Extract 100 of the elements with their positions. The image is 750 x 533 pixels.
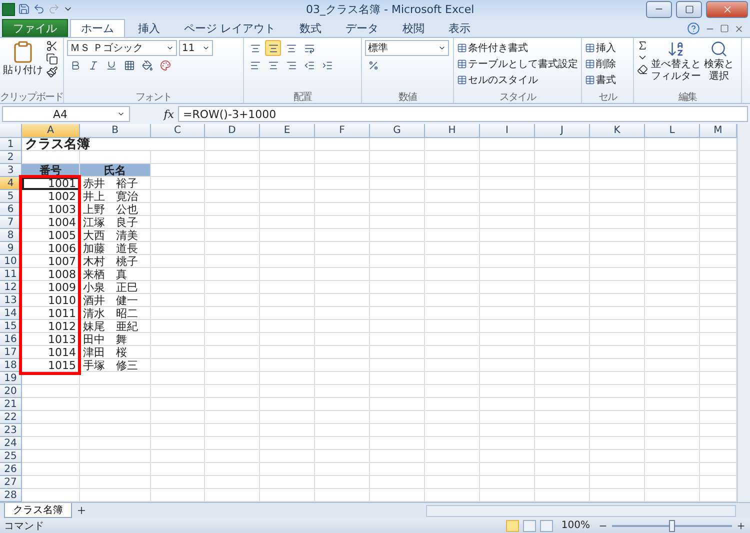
column-header[interactable]: H <box>425 124 480 138</box>
table-cell: 1007 <box>22 255 80 268</box>
paste-button[interactable]: 貼り付け <box>3 40 43 88</box>
table-cell: 1008 <box>22 268 80 281</box>
table-cell: 1009 <box>22 281 80 294</box>
table-cell: 田中 舞 <box>80 333 151 346</box>
group-label: 編集 <box>678 91 698 103</box>
row-header[interactable]: 20 <box>0 385 22 398</box>
table-cell: 小泉 正巳 <box>80 281 151 294</box>
font-size-field[interactable]: 11 <box>179 40 213 56</box>
scissors-icon[interactable] <box>46 40 58 52</box>
column-header[interactable]: D <box>205 124 260 138</box>
table-icon <box>585 58 595 68</box>
column-header[interactable]: L <box>645 124 700 138</box>
column-header[interactable]: F <box>315 124 370 138</box>
maximize-button[interactable] <box>676 0 702 18</box>
align-center-icon <box>268 60 278 70</box>
restore-icon[interactable] <box>720 24 729 33</box>
font-name-field[interactable]: ＭＳ Ｐゴシック <box>67 40 177 56</box>
column-header[interactable]: I <box>480 124 535 138</box>
grid-icon <box>124 60 134 70</box>
row-header[interactable]: 23 <box>0 424 22 437</box>
fx-label[interactable]: fx <box>134 108 174 120</box>
table-cell: 大西 清美 <box>80 229 151 242</box>
paintbrush-icon[interactable] <box>46 66 58 78</box>
ribbon-tab[interactable]: ホーム <box>70 19 125 37</box>
status-mode: コマンド <box>4 520 44 532</box>
close-button[interactable] <box>706 0 748 18</box>
table-cell: 1002 <box>22 190 80 203</box>
find-select-button[interactable]: 検索と 選択 <box>704 40 734 88</box>
row-header[interactable]: 2 <box>0 151 22 164</box>
row-header[interactable]: 24 <box>0 437 22 450</box>
group-label: スタイル <box>498 91 537 103</box>
ribbon-tab[interactable]: 挿入 <box>127 19 171 37</box>
name-box[interactable]: A4 <box>2 106 130 122</box>
row-header[interactable]: 19 <box>0 372 22 385</box>
table-cell: 1004 <box>22 216 80 229</box>
minimize-button[interactable] <box>646 0 672 18</box>
help-icon[interactable] <box>687 22 700 35</box>
sort-icon <box>667 40 685 58</box>
vertical-align-button[interactable] <box>265 40 281 56</box>
sigma-icon[interactable] <box>637 40 648 51</box>
style-button[interactable]: テーブルとして書式設定 <box>457 56 578 71</box>
column-header[interactable]: A <box>22 124 80 138</box>
formula-field[interactable]: =ROW()-3+1000 <box>178 106 748 122</box>
ribbon-tab[interactable]: 表示 <box>438 19 482 37</box>
ribbon-tab[interactable]: 数式 <box>288 19 332 37</box>
file-tab[interactable]: ファイル <box>2 19 68 37</box>
close-icon <box>722 4 732 14</box>
zoom-thumb[interactable] <box>669 520 675 532</box>
eraser-icon[interactable] <box>637 64 648 75</box>
cell-button[interactable]: 挿入 <box>585 40 616 55</box>
group-label: セル <box>598 91 618 103</box>
row-header[interactable]: 22 <box>0 411 22 424</box>
paint-bucket-icon <box>142 60 152 70</box>
new-sheet-icon[interactable] <box>76 505 87 516</box>
row-header[interactable]: 21 <box>0 398 22 411</box>
style-button[interactable]: 条件付き書式 <box>457 40 578 55</box>
bold-icon <box>70 60 80 70</box>
close-icon[interactable] <box>734 24 744 34</box>
column-header[interactable]: K <box>590 124 645 138</box>
group-label: 配置 <box>292 90 313 103</box>
column-header[interactable]: B <box>80 124 151 138</box>
row-header[interactable]: 1 <box>0 138 22 151</box>
zoom-in-icon[interactable] <box>736 520 746 530</box>
column-header[interactable]: M <box>700 124 737 138</box>
row-header[interactable]: 27 <box>0 476 22 489</box>
ribbon-tab[interactable]: 校閲 <box>392 19 436 37</box>
undo-icon[interactable] <box>33 3 45 15</box>
column-header[interactable]: G <box>370 124 425 138</box>
table-cell: 1013 <box>22 333 80 346</box>
vertical-scrollbar[interactable] <box>737 124 750 502</box>
horizontal-scrollbar[interactable] <box>426 504 736 516</box>
column-header[interactable]: J <box>535 124 590 138</box>
wrap-text-icon <box>304 42 314 54</box>
row-header[interactable]: 28 <box>0 489 22 502</box>
row-header[interactable]: 25 <box>0 450 22 463</box>
table-cell: 津田 桜 <box>80 346 151 359</box>
table-cell: 江塚 良子 <box>80 216 151 229</box>
table-cell: 1003 <box>22 203 80 216</box>
copy-icon[interactable] <box>46 53 58 65</box>
cell-button[interactable]: 書式 <box>585 72 616 87</box>
zoom-level: 100% <box>561 520 590 531</box>
indent-icon <box>322 60 332 70</box>
ribbon-tab[interactable]: ページ レイアウト <box>173 19 286 37</box>
table-cell: 木村 桃子 <box>80 255 151 268</box>
column-header[interactable]: E <box>260 124 315 138</box>
sheet-tab[interactable]: クラス名簿 <box>4 503 72 518</box>
ribbon-tab[interactable]: データ <box>334 19 390 37</box>
maximize-icon <box>684 4 694 14</box>
row-header[interactable]: 3 <box>0 164 22 177</box>
table-cell: 1005 <box>22 229 80 242</box>
style-button[interactable]: セルのスタイル <box>457 72 578 87</box>
row-header[interactable]: 26 <box>0 463 22 476</box>
save-icon[interactable] <box>18 3 30 15</box>
sort-filter-button[interactable]: 並べ替えと フィルター <box>651 40 701 88</box>
number-format-field[interactable]: 標準 <box>365 40 449 56</box>
cell-button[interactable]: 削除 <box>585 56 616 71</box>
align-right-icon <box>286 60 296 70</box>
column-header[interactable]: C <box>151 124 205 138</box>
